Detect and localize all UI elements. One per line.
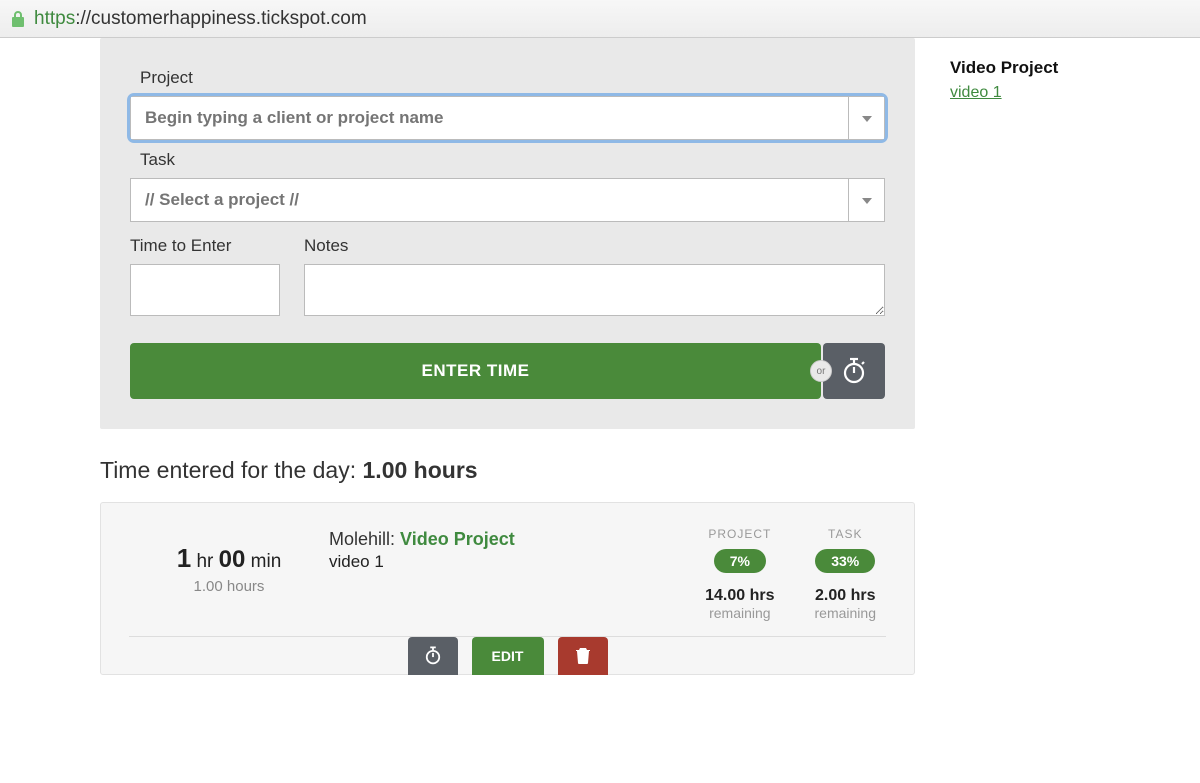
task-dropdown-toggle[interactable]: [849, 178, 885, 222]
time-input[interactable]: [130, 264, 280, 316]
sidebar: Video Project video 1: [920, 38, 1058, 102]
entry-time-block: 1 hr 00 min 1.00 hours: [129, 527, 329, 621]
task-stat-label: TASK: [815, 527, 876, 541]
chevron-down-icon: [862, 191, 872, 209]
url-text: https://customerhappiness.tickspot.com: [34, 8, 367, 30]
project-percent-pill: 7%: [714, 549, 766, 573]
notes-input[interactable]: [304, 264, 885, 316]
task-label: Task: [140, 150, 885, 170]
entry-hours-num: 1: [177, 543, 191, 573]
stopwatch-icon: [424, 645, 442, 668]
chevron-down-icon: [862, 109, 872, 127]
entry-edit-button[interactable]: EDIT: [472, 637, 544, 675]
entry-hours-decimal: 1.00 hours: [129, 578, 329, 595]
entry-hours-unit: hr: [196, 551, 213, 572]
lock-icon: [10, 10, 26, 28]
entry-project: Video Project: [400, 529, 515, 549]
project-label: Project: [140, 68, 885, 88]
notes-label: Notes: [304, 236, 885, 256]
task-remaining-label: remaining: [815, 605, 876, 621]
summary-prefix: Time entered for the day:: [100, 457, 363, 483]
entry-timer-button[interactable]: [408, 637, 458, 675]
enter-time-button[interactable]: ENTER TIME: [130, 343, 821, 399]
or-text: or: [810, 360, 832, 382]
sidebar-heading: Video Project: [950, 58, 1058, 78]
project-stat: PROJECT 7% 14.00 hrs remaining: [705, 527, 774, 621]
stopwatch-icon: [841, 356, 867, 387]
project-stat-label: PROJECT: [705, 527, 774, 541]
trash-icon: [575, 646, 591, 667]
url-scheme: https: [34, 8, 75, 29]
time-label: Time to Enter: [130, 236, 280, 256]
task-stat: TASK 33% 2.00 hrs remaining: [815, 527, 876, 621]
task-input[interactable]: [130, 178, 849, 222]
browser-url-bar: https://customerhappiness.tickspot.com: [0, 0, 1200, 38]
project-combobox[interactable]: [130, 96, 885, 140]
entry-client: Molehill:: [329, 529, 395, 549]
summary-value: 1.00 hours: [363, 457, 478, 483]
project-dropdown-toggle[interactable]: [849, 96, 885, 140]
entry-delete-button[interactable]: [558, 637, 608, 675]
project-remaining-label: remaining: [705, 605, 774, 621]
task-hrs-remaining: 2.00 hrs: [815, 587, 876, 605]
day-summary: Time entered for the day: 1.00 hours: [100, 457, 920, 484]
time-entry-card: 1 hr 00 min 1.00 hours Molehill: Video P…: [100, 502, 915, 675]
url-rest: ://customerhappiness.tickspot.com: [75, 8, 366, 29]
entry-min-unit: min: [251, 551, 282, 572]
sidebar-project-link[interactable]: video 1: [950, 84, 1002, 102]
project-hrs-remaining: 14.00 hrs: [705, 587, 774, 605]
entry-task: video 1: [329, 552, 705, 572]
time-entry-form: Project Task Time to Enter: [100, 38, 915, 429]
task-combobox[interactable]: [130, 178, 885, 222]
start-timer-button[interactable]: [823, 343, 885, 399]
entry-min-num: 00: [219, 546, 246, 573]
entry-description: Molehill: Video Project video 1: [329, 527, 705, 621]
project-input[interactable]: [130, 96, 849, 140]
task-percent-pill: 33%: [815, 549, 875, 573]
